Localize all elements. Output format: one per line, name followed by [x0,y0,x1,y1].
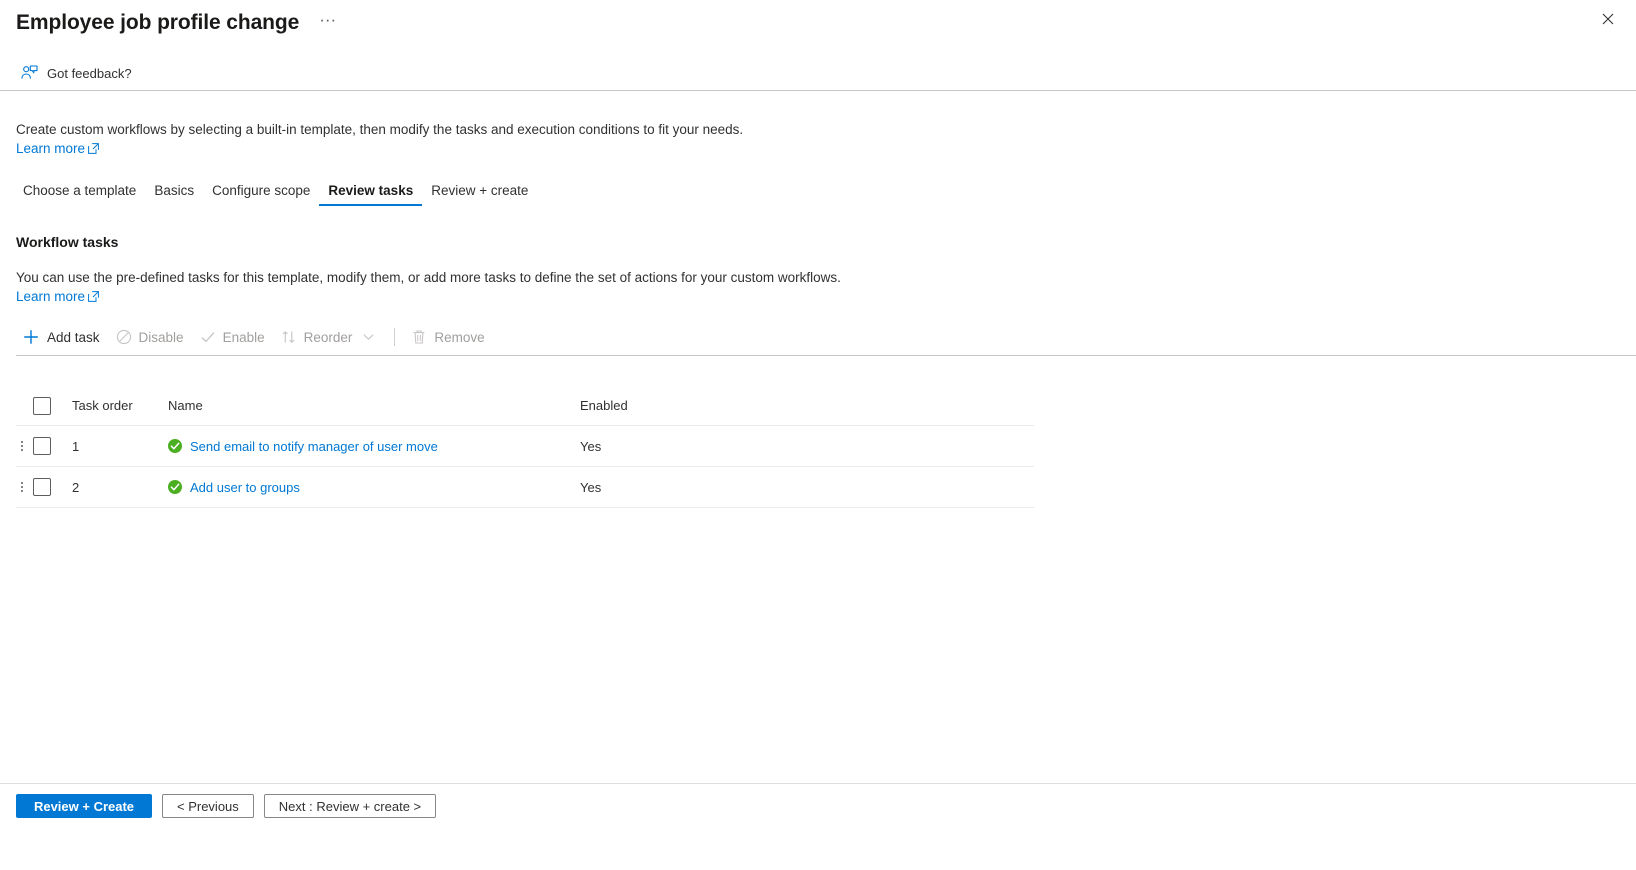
select-all-cell [28,396,72,415]
footer-divider [0,783,1636,784]
enable-task-button: Enable [194,322,275,352]
section-description-block: You can use the pre-defined tasks for th… [16,268,1116,306]
row-task-order: 2 [72,479,80,495]
wizard-tabs: Choose a template Basics Configure scope… [14,176,537,206]
row-enabled-value: Yes [580,438,602,454]
add-task-label: Add task [47,329,100,345]
previous-button[interactable]: < Previous [162,794,254,818]
table-header-row: Task order Name Enabled [16,386,1034,426]
trash-icon [413,330,425,344]
workflow-tasks-table: Task order Name Enabled 1 Send email to … [16,386,1034,508]
close-icon [1602,13,1614,25]
review-create-button[interactable]: Review + Create [16,794,152,818]
tab-configure-scope[interactable]: Configure scope [203,183,319,206]
blade-header: Employee job profile change ··· [0,0,1636,46]
external-link-icon [88,143,99,154]
green-check-icon [168,480,182,494]
row-name-cell: Add user to groups [168,480,580,495]
task-name-link[interactable]: Send email to notify manager of user mov… [190,439,438,454]
tab-review-tasks[interactable]: Review tasks [319,183,423,206]
wizard-footer: Review + Create < Previous Next : Review… [16,794,437,818]
column-header-name[interactable]: Name [168,398,580,413]
reorder-task-button: Reorder [275,322,385,352]
header-divider [0,90,1636,91]
row-enabled-value: Yes [580,479,602,495]
got-feedback-label: Got feedback? [47,65,132,81]
external-link-icon [88,291,99,302]
drag-dots-icon [21,441,23,451]
task-name-link[interactable]: Add user to groups [190,480,300,495]
tab-review-create[interactable]: Review + create [422,183,537,206]
plus-icon [24,330,38,344]
disable-task-button: Disable [110,322,194,352]
select-all-checkbox[interactable] [33,396,51,415]
page-title: Employee job profile change [16,11,300,34]
add-task-button[interactable]: Add task [16,322,110,352]
remove-task-button: Remove [405,322,494,352]
remove-task-label: Remove [434,329,485,345]
column-header-enabled[interactable]: Enabled [580,398,760,413]
column-header-task-order[interactable]: Task order [72,398,168,413]
sort-arrows-icon [282,331,294,343]
table-row[interactable]: 1 Send email to notify manager of user m… [16,426,1034,467]
section-title: Workflow tasks [16,234,119,250]
checkmark-icon [201,332,215,343]
section-learn-more-label: Learn more [16,289,86,304]
tab-choose-a-template[interactable]: Choose a template [14,183,145,206]
chevron-down-icon [363,334,374,340]
got-feedback-button[interactable]: Got feedback? [21,65,132,81]
intro-block: Create custom workflows by selecting a b… [16,120,1016,158]
row-select-cell [28,478,72,496]
row-checkbox[interactable] [33,478,51,496]
row-name-cell: Send email to notify manager of user mov… [168,439,580,454]
row-drag-handle[interactable] [16,482,28,492]
drag-dots-icon [21,482,23,492]
blade-panel: Employee job profile change ··· Got feed… [0,0,1636,870]
next-button[interactable]: Next : Review + create > [263,794,437,818]
intro-learn-more-link[interactable]: Learn more [16,141,99,156]
command-bar-divider [16,355,1636,356]
reorder-task-label: Reorder [303,329,353,345]
disable-task-label: Disable [138,329,184,345]
row-select-cell [28,437,72,455]
green-check-icon [168,439,182,453]
tab-basics[interactable]: Basics [145,183,203,206]
command-separator [394,328,396,346]
task-command-bar: Add task Disable Enable Reorder Remove [16,322,495,352]
section-description: You can use the pre-defined tasks for th… [16,270,841,285]
table-row[interactable]: 2 Add user to groups Yes [16,467,1034,508]
feedback-person-icon [21,65,38,79]
intro-description: Create custom workflows by selecting a b… [16,122,744,137]
enable-task-label: Enable [222,329,265,345]
row-drag-handle[interactable] [16,441,28,451]
feedback-bar: Got feedback? [0,56,1636,90]
close-button[interactable] [1594,5,1622,33]
row-task-order: 1 [72,438,80,454]
section-learn-more-link[interactable]: Learn more [16,289,99,304]
block-circle-icon [116,329,131,345]
row-checkbox[interactable] [33,437,51,455]
intro-learn-more-label: Learn more [16,141,86,156]
more-options-button[interactable]: ··· [313,11,342,35]
